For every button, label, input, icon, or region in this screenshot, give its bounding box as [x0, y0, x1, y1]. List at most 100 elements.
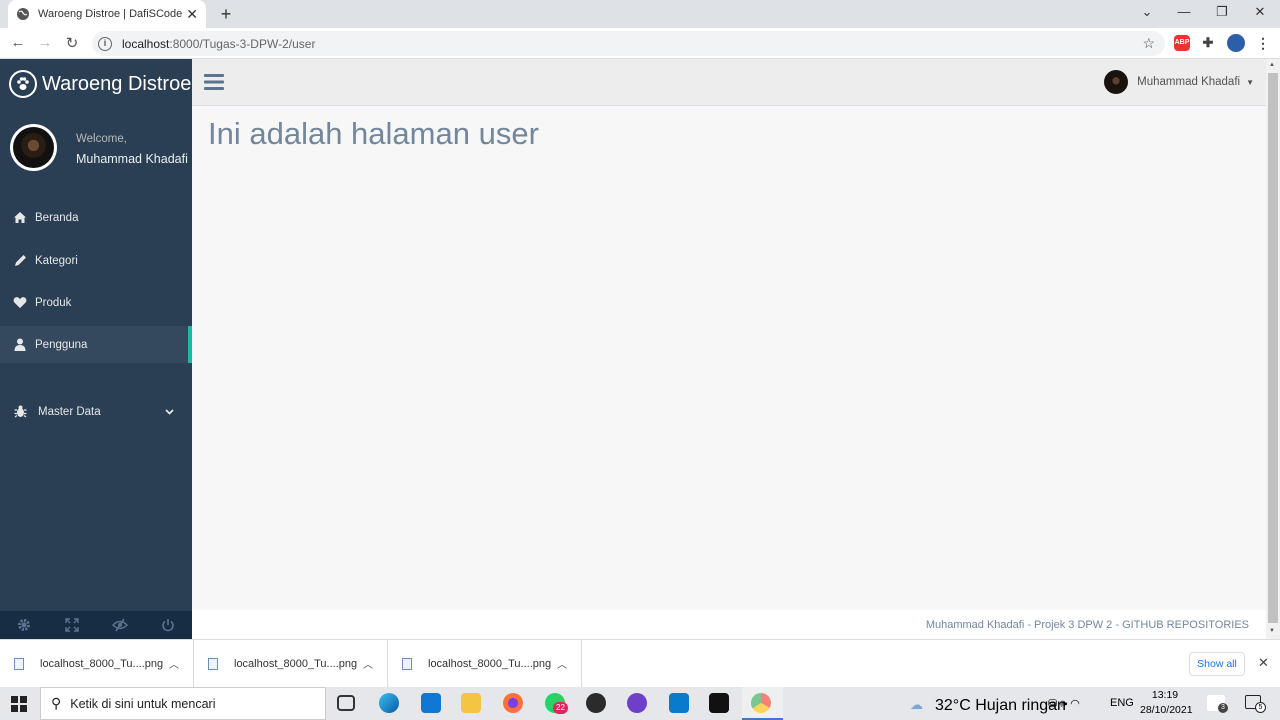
tab-title: Waroeng Distroe | DafiSCode	[38, 8, 183, 20]
brand-name: Waroeng Distroe	[42, 72, 192, 95]
sidebar-item-label: Beranda	[35, 211, 79, 224]
scrollbar[interactable]: ▲ ▼	[1266, 59, 1280, 639]
task-view-icon[interactable]	[337, 695, 355, 711]
page-title: Ini adalah halaman user	[208, 116, 539, 151]
weather-text[interactable]: 32°C Hujan ringan	[935, 697, 1066, 715]
sidebar-item-kategori[interactable]: Kategori	[0, 242, 192, 279]
reload-icon[interactable]: ↻	[62, 34, 82, 52]
url-path: :8000/Tugas-3-DPW-2/user	[169, 36, 316, 51]
weather-icon[interactable]: ☁	[910, 697, 923, 713]
time: 13:19	[1151, 689, 1179, 701]
paw-icon	[9, 70, 37, 98]
forward-icon[interactable]: →	[35, 34, 55, 51]
new-tab-button[interactable]: +	[216, 4, 236, 25]
search-placeholder: Ketik di sini untuk mencari	[70, 696, 216, 711]
file-icon	[14, 657, 24, 670]
close-icon[interactable]: ✕	[1258, 655, 1269, 671]
restore-button[interactable]: ❐	[1212, 4, 1232, 20]
heart-icon	[13, 296, 27, 310]
tab-search-icon[interactable]: ⌄	[1137, 4, 1157, 20]
download-item[interactable]: localhost_8000_Tu....png ︿	[0, 640, 194, 687]
chevron-up-icon[interactable]: ︿	[169, 656, 179, 671]
hamburger-menu-icon[interactable]	[204, 73, 224, 96]
eye-slash-icon[interactable]	[96, 611, 144, 639]
obs-icon[interactable]	[586, 693, 606, 713]
terminal-icon[interactable]	[709, 693, 729, 713]
url-host: localhost	[122, 36, 170, 51]
date: 28/10/2021	[1140, 704, 1193, 716]
brand[interactable]: Waroeng Distroe	[0, 59, 192, 109]
window-close-button[interactable]: ✕	[1250, 4, 1270, 20]
back-icon[interactable]: ←	[8, 34, 28, 51]
sidebar-item-produk[interactable]: Produk	[0, 284, 192, 321]
browser-menu-icon[interactable]: ⋮	[1255, 35, 1271, 51]
vscode-icon[interactable]	[669, 693, 689, 713]
bookmark-star-icon[interactable]: ☆	[1142, 35, 1155, 52]
sidebar: Waroeng Distroe Welcome, Muhammad Khadaf…	[0, 59, 192, 639]
avatar	[1104, 70, 1129, 94]
steam-badge: 3	[1218, 703, 1228, 713]
pencil-icon	[13, 254, 27, 268]
github-desktop-icon[interactable]	[627, 693, 647, 713]
footer-text: Muhammad Khadafi - Projek 3 DPW 2 - GITH…	[925, 619, 1249, 631]
tab-close-icon[interactable]: ✕	[186, 6, 198, 23]
firefox-icon[interactable]	[503, 693, 523, 713]
avatar	[10, 124, 57, 171]
notification-count: 5	[1255, 702, 1266, 713]
main-content: Ini adalah halaman user	[192, 106, 1266, 610]
chevron-up-icon[interactable]: ︿	[363, 656, 373, 671]
browser-tab[interactable]: Waroeng Distroe | DafiSCode ✕	[8, 0, 206, 28]
fullscreen-icon[interactable]	[48, 611, 96, 639]
site-info-icon[interactable]: i	[98, 36, 112, 51]
file-icon	[208, 657, 218, 670]
scroll-down-icon[interactable]: ▼	[1269, 628, 1275, 634]
user-dropdown[interactable]: Muhammad Khadafi ▼	[1104, 70, 1254, 94]
edge-icon[interactable]	[379, 693, 399, 713]
chrome-active-indicator	[742, 687, 783, 720]
sidebar-item-beranda[interactable]: Beranda	[0, 199, 192, 236]
taskbar: ⚲ Ketik di sini untuk mencari 22 ☁ 32°C …	[0, 687, 1280, 720]
notification-center-icon[interactable]: 5	[1245, 695, 1266, 713]
download-filename: localhost_8000_Tu....png	[428, 657, 552, 670]
clock[interactable]: 13:19 28/10/2021	[1140, 689, 1193, 716]
minimize-button[interactable]: —	[1174, 4, 1194, 19]
power-icon[interactable]	[144, 611, 192, 639]
sidebar-item-label: Master Data	[38, 405, 101, 418]
download-item[interactable]: localhost_8000_Tu....png ︿	[194, 640, 388, 687]
extensions-puzzle-icon[interactable]: ✚	[1200, 35, 1216, 51]
profile-avatar-icon[interactable]	[1227, 34, 1245, 52]
sidebar-item-label: Pengguna	[35, 338, 88, 351]
mail-icon[interactable]	[421, 693, 441, 713]
sidebar-item-label: Kategori	[35, 254, 78, 267]
home-icon	[13, 211, 27, 225]
url-field[interactable]: i localhost:8000/Tugas-3-DPW-2/user ☆	[92, 31, 1165, 56]
sidebar-item-pengguna[interactable]: Pengguna	[0, 326, 192, 363]
file-explorer-icon[interactable]	[461, 693, 481, 713]
welcome-text: Welcome,	[76, 133, 127, 145]
scrollbar-thumb[interactable]	[1268, 73, 1278, 623]
bug-icon	[13, 405, 27, 419]
search-icon: ⚲	[51, 695, 62, 711]
language-indicator[interactable]: ENG	[1110, 697, 1134, 709]
whatsapp-icon[interactable]: 22	[545, 693, 568, 714]
globe-icon	[17, 8, 29, 20]
scroll-up-icon[interactable]: ▲	[1269, 62, 1275, 68]
sidebar-username: Muhammad Khadafi	[76, 152, 188, 166]
chevron-up-icon[interactable]: ︿	[557, 656, 567, 671]
windows-start-icon[interactable]	[11, 696, 27, 712]
browser-tab-strip: Waroeng Distroe | DafiSCode ✕ + ⌄ — ❐ ✕	[0, 0, 1280, 28]
topnav-username: Muhammad Khadafi	[1137, 76, 1241, 88]
whatsapp-badge: 22	[553, 702, 568, 714]
gear-icon[interactable]	[0, 611, 48, 639]
steam-tray-icon[interactable]: 3	[1207, 695, 1228, 713]
user-icon	[13, 338, 27, 352]
download-filename: localhost_8000_Tu....png	[40, 657, 164, 670]
tray-icons[interactable]: ⛁ 🕪 ◠	[1048, 697, 1080, 711]
sidebar-item-master-data[interactable]: Master Data	[0, 393, 192, 430]
chevron-down-icon	[165, 406, 174, 418]
taskbar-search-input[interactable]: ⚲ Ketik di sini untuk mencari	[40, 687, 326, 720]
adblock-extension-icon[interactable]: ABP	[1174, 35, 1190, 51]
top-navbar: Muhammad Khadafi ▼	[192, 59, 1266, 106]
download-item[interactable]: localhost_8000_Tu....png ︿	[388, 640, 582, 687]
show-all-button[interactable]: Show all	[1189, 652, 1245, 676]
